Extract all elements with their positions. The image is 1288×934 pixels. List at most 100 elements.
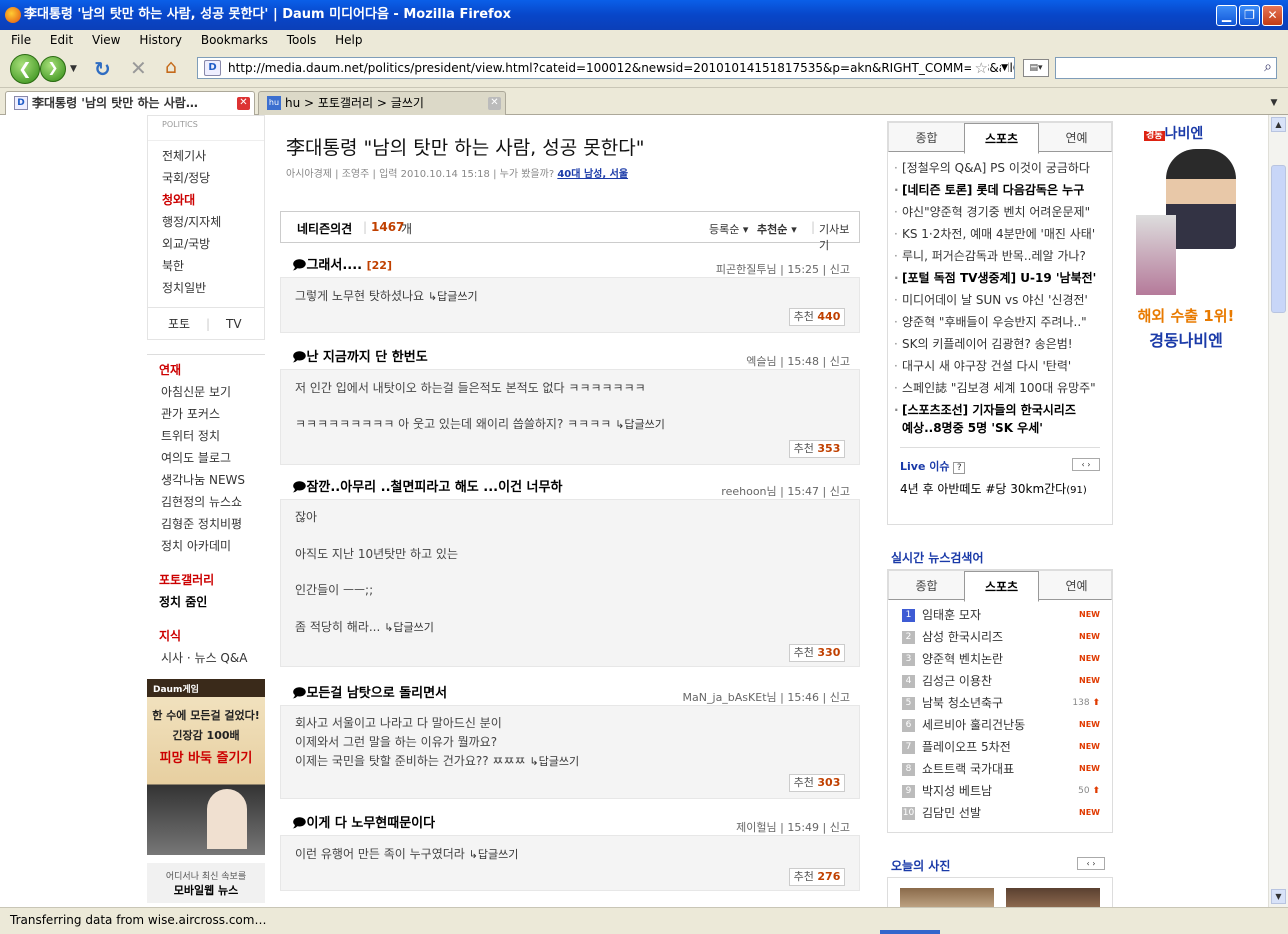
menu-history[interactable]: History [139,33,182,47]
series-item[interactable]: 관가 포커스 [147,403,265,425]
search-icon[interactable]: ⌕ [1264,59,1272,75]
recommend-button[interactable]: 추천 330 [789,644,845,662]
photo-link[interactable]: 포토 [168,308,190,340]
url-bar[interactable]: D http://media.daum.net/politics/preside… [197,57,1015,79]
reload-icon[interactable]: ↻ [94,57,111,81]
list-item[interactable]: [정철우의 Q&A] PS 이것이 궁금하다 [890,157,1112,179]
tab-article[interactable]: D 李대통령 '남의 탓만 하는 사람… ✕ [5,91,255,115]
list-item[interactable]: 양준혁 "후배들이 우승반지 주려나.." [890,311,1112,333]
scroll-up-icon[interactable]: ▲ [1271,117,1286,132]
sidebar-item-general[interactable]: 정치일반 [148,277,264,299]
sort-registered-button[interactable]: 등록순 ▾ [709,221,748,237]
list-item[interactable]: 미디어데이 날 SUN vs 야신 '신경전' [890,289,1112,311]
reply-link[interactable]: ↳답글쓰기 [615,418,665,431]
series-item[interactable]: 김형준 정치비평 [147,513,265,535]
help-icon[interactable]: ? [953,462,966,474]
rank-item[interactable]: 4 김성근 이용찬 NEW [888,670,1112,692]
search-engine-icon[interactable]: ▤▾ [1023,59,1049,77]
sidebar-item-bluehouse[interactable]: 청와대 [148,189,264,211]
recommend-button[interactable]: 추천 353 [789,440,845,458]
tab-gallery[interactable]: hu hu > 포토갤러리 > 글쓰기 ✕ [258,91,506,115]
report-link[interactable]: 신고 [830,263,850,276]
maximize-button[interactable]: ❐ [1239,5,1260,26]
tab-rank-general[interactable]: 종합 [889,571,964,601]
report-link[interactable]: 신고 [830,691,850,704]
photo-arrows-icon[interactable]: ‹ › [1077,857,1105,870]
rank-item[interactable]: 10 김담민 선발 NEW [888,802,1112,824]
scroll-down-icon[interactable]: ▼ [1271,889,1286,904]
close-window-button[interactable]: ✕ [1262,5,1283,26]
list-item[interactable]: 야신"양준혁 경기중 벤치 어려운문제" [890,201,1112,223]
rank-item[interactable]: 2 삼성 한국시리즈 NEW [888,626,1112,648]
navien-ad-banner[interactable]: 경동 나비엔 해외 수출 1위! 경동나비엔 [1130,115,1242,355]
baduk-ad-banner[interactable]: Daum게임 한 수에 모든걸 걸었다! 긴장감 100배 피망 바둑 즐기기 [147,679,265,855]
sidebar-item-assembly[interactable]: 국회/정당 [148,167,264,189]
rank-item[interactable]: 7 플레이오프 5차전 NEW [888,736,1112,758]
rank-item[interactable]: 3 양준혁 벤치논란 NEW [888,648,1112,670]
gallery-heading[interactable]: 포토갤러리 [147,569,265,591]
report-link[interactable]: 신고 [830,355,850,368]
photo-thumb[interactable] [1006,888,1100,907]
stop-icon[interactable]: ✕ [130,56,147,80]
history-dropdown-icon[interactable]: ▼ [70,64,77,74]
home-icon[interactable]: ⌂ [165,56,177,78]
rank-item[interactable]: 5 남북 청소년축구 138 ⬆ [888,692,1112,714]
sort-recommend-button[interactable]: 추천순 ▾ [757,221,797,237]
recommend-button[interactable]: 추천 276 [789,868,845,886]
series-item[interactable]: 김현정의 뉴스쇼 [147,491,265,513]
reply-link[interactable]: ↳답글쓰기 [384,621,434,634]
reply-link[interactable]: ↳답글쓰기 [469,848,519,861]
tab-sports[interactable]: 스포츠 [964,123,1039,154]
tab-list-icon[interactable]: ▼ [1265,94,1283,112]
forward-arrow-icon[interactable]: ❯ [40,56,66,82]
list-item[interactable]: [네티즌 토론] 롯데 다음감독은 누구 [890,179,1112,201]
menu-tools[interactable]: Tools [287,33,317,47]
url-dropdown-icon[interactable]: ▼ [1001,58,1008,78]
report-link[interactable]: 신고 [830,485,850,498]
sidebar-item-all[interactable]: 전체기사 [148,145,264,167]
list-item[interactable]: [스포츠조선] 기자들의 한국시리즈 [890,399,1112,421]
list-item[interactable]: 루니, 퍼거슨감독과 반목..레알 가나? [890,245,1112,267]
menu-file[interactable]: File [11,33,31,47]
tab-close-icon[interactable]: ✕ [488,97,501,110]
tab-rank-sports[interactable]: 스포츠 [964,571,1039,602]
sidebar-item-northkorea[interactable]: 북한 [148,255,264,277]
scroll-thumb[interactable] [1271,165,1286,313]
tab-rank-entertainment[interactable]: 연예 [1039,571,1114,601]
rank-item[interactable]: 6 세르비아 훌리건난동 NEW [888,714,1112,736]
list-item[interactable]: SK의 키플레이어 김광현? 송은범! [890,333,1112,355]
minimize-button[interactable]: ▁ [1216,5,1237,26]
tab-entertainment[interactable]: 연예 [1039,123,1114,153]
photo-thumb[interactable] [900,888,994,907]
search-input[interactable]: ⌕ [1055,57,1277,79]
recommend-button[interactable]: 추천 440 [789,308,845,326]
list-item[interactable]: 스페인誌 "김보경 세계 100대 유망주" [890,377,1112,399]
reply-link[interactable]: ↳답글쓰기 [529,755,579,768]
tv-link[interactable]: TV [226,308,242,340]
list-item-continuation[interactable]: 예상..8명중 5명 'SK 우세' [890,421,1112,439]
series-item[interactable]: 여의도 블로그 [147,447,265,469]
tab-general[interactable]: 종합 [889,123,964,153]
knowledge-item[interactable]: 시사 · 뉴스 Q&A [147,647,265,669]
bookmark-star-icon[interactable]: ☆ [970,58,988,78]
prev-next-arrows-icon[interactable]: ‹ › [1072,458,1100,471]
mobile-promo[interactable]: 어디서나 최신 속보를 모바일웹 뉴스 [147,863,265,903]
series-item[interactable]: 트위터 정치 [147,425,265,447]
menu-view[interactable]: View [92,33,120,47]
series-item[interactable]: 정치 아카데미 [147,535,265,557]
list-item[interactable]: [포털 독점 TV생중계] U-19 '남북전' [890,267,1112,289]
vertical-scrollbar[interactable]: ▲ ▼ [1268,115,1288,907]
sidebar-item-diplomacy[interactable]: 외교/국방 [148,233,264,255]
back-arrow-icon[interactable]: ❮ [10,54,40,84]
menu-edit[interactable]: Edit [50,33,73,47]
menu-bookmarks[interactable]: Bookmarks [201,33,268,47]
list-item[interactable]: 대구시 새 야구장 건설 다시 '탄력' [890,355,1112,377]
rank-item[interactable]: 8 쇼트트랙 국가대표 NEW [888,758,1112,780]
tab-close-icon[interactable]: ✕ [237,97,250,110]
rank-item[interactable]: 1 임태훈 모자 NEW [888,604,1112,626]
report-link[interactable]: 신고 [830,821,850,834]
series-item[interactable]: 생각나눔 NEWS [147,469,265,491]
live-item[interactable]: 4년 후 아반떼도 #당 30km간다(91) [900,480,1100,497]
reply-link[interactable]: ↳답글쓰기 [428,290,478,303]
gallery-item[interactable]: 정치 줌인 [147,591,265,613]
